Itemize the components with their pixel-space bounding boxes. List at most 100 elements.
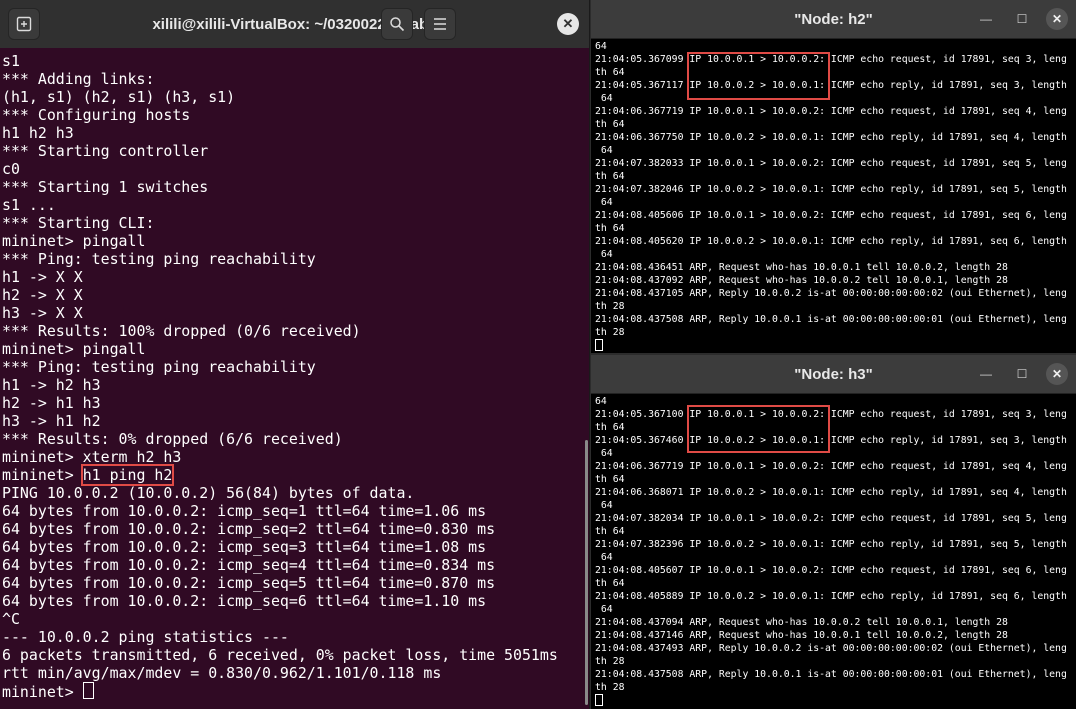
xterm-line: th 28: [595, 327, 625, 338]
xterm-line: 21:04:07.382046 IP 10.0.0.2 > 10.0.0.1: …: [595, 184, 1067, 195]
xterm-line: [595, 339, 1076, 352]
xterm-window-h3: "Node: h3" — ☐ ✕ 64 21:04:05.367100 IP 10…: [591, 355, 1076, 709]
search-icon[interactable]: [381, 8, 413, 40]
xterm-line: 21:04:06.368071 IP 10.0.0.2 > 10.0.0.1: …: [595, 487, 1067, 498]
xterm-line: 64: [595, 93, 613, 104]
terminal-line: mininet> pingall: [2, 232, 589, 250]
xterm-line: 21:04:08.437094 ARP, Request who-has 10.…: [595, 617, 1008, 628]
main-terminal-window: xilili@xilili-VirtualBox: ~/032002232/la…: [0, 0, 590, 709]
terminal-titlebar[interactable]: xilili@xilili-VirtualBox: ~/032002232/la…: [0, 0, 589, 48]
xterm-line: 21:04:07.382033 IP 10.0.0.1 > 10.0.0.2: …: [595, 158, 1067, 169]
terminal-line-text: h3 -> h1 h2: [2, 412, 101, 430]
terminal-line: (h1, s1) (h2, s1) (h3, s1): [2, 88, 589, 106]
terminal-line: h1 -> h2 h3: [2, 376, 589, 394]
xterm-line: th 64: [595, 67, 625, 78]
terminal-line-text: 64 bytes from 10.0.0.2: icmp_seq=6 ttl=6…: [2, 592, 487, 610]
terminal-line-text: s1: [2, 52, 20, 70]
hamburger-menu-icon[interactable]: [424, 8, 456, 40]
terminal-line-text: h2 -> X X: [2, 286, 83, 304]
terminal-line: mininet> xterm h2 h3: [2, 448, 589, 466]
terminal-line: h1 h2 h3: [2, 124, 589, 142]
terminal-line: h1 -> X X: [2, 268, 589, 286]
xterm-titlebar-h2[interactable]: "Node: h2" — ☐ ✕: [591, 0, 1076, 39]
terminal-line: PING 10.0.0.2 (10.0.0.2) 56(84) bytes of…: [2, 484, 589, 502]
terminal-line: 64 bytes from 10.0.0.2: icmp_seq=5 ttl=6…: [2, 574, 589, 592]
terminal-line: mininet> pingall: [2, 340, 589, 358]
terminal-line: *** Starting controller: [2, 142, 589, 160]
xterm-line: 21:04:08.437508 ARP, Reply 10.0.0.1 is-a…: [595, 314, 1067, 325]
xterm-line: 21:04:08.437493 ARP, Reply 10.0.0.2 is-a…: [595, 643, 1067, 654]
terminal-line-text: PING 10.0.0.2 (10.0.0.2) 56(84) bytes of…: [2, 484, 415, 502]
xterm-line: 21:04:08.437105 ARP, Reply 10.0.0.2 is-a…: [595, 288, 1067, 299]
xterm-line: 21:04:08.405620 IP 10.0.0.2 > 10.0.0.1: …: [595, 236, 1067, 247]
terminal-line-text: mininet> pingall: [2, 232, 146, 250]
xterm-line: th 64: [595, 171, 625, 182]
xterm-line: 21:04:05.367117 IP 10.0.0.2 > 10.0.0.1: …: [595, 80, 1067, 91]
close-icon[interactable]: ✕: [1046, 8, 1068, 30]
terminal-line: ^C: [2, 610, 589, 628]
terminal-line: *** Results: 100% dropped (0/6 received): [2, 322, 589, 340]
window-title: xilili@xilili-VirtualBox: ~/032002232/la…: [152, 16, 437, 33]
terminal-line-text: 64 bytes from 10.0.0.2: icmp_seq=3 ttl=6…: [2, 538, 487, 556]
minimize-icon[interactable]: —: [975, 363, 997, 385]
xterm-line: 21:04:08.437508 ARP, Reply 10.0.0.1 is-a…: [595, 669, 1067, 680]
xterm-line: 21:04:08.436451 ARP, Request who-has 10.…: [595, 262, 1008, 273]
terminal-line: --- 10.0.0.2 ping statistics ---: [2, 628, 589, 646]
terminal-cursor: [82, 682, 94, 699]
terminal-line: *** Configuring hosts: [2, 106, 589, 124]
terminal-line: *** Starting 1 switches: [2, 178, 589, 196]
terminal-line-text: rtt min/avg/max/mdev = 0.830/0.962/1.101…: [2, 664, 442, 682]
close-icon[interactable]: ✕: [1046, 363, 1068, 385]
xterm-title-h2: "Node: h2": [794, 11, 873, 28]
xterm-output-h2[interactable]: 64 21:04:05.367099 IP 10.0.0.1 > 10.0.0.2…: [591, 40, 1076, 353]
terminal-line: 64 bytes from 10.0.0.2: icmp_seq=2 ttl=6…: [2, 520, 589, 538]
terminal-line: *** Ping: testing ping reachability: [2, 250, 589, 268]
terminal-line: *** Starting CLI:: [2, 214, 589, 232]
terminal-line-text: *** Configuring hosts: [2, 106, 191, 124]
xterm-line: th 28: [595, 656, 625, 667]
terminal-line: 64 bytes from 10.0.0.2: icmp_seq=3 ttl=6…: [2, 538, 589, 556]
terminal-line-text: 64 bytes from 10.0.0.2: icmp_seq=5 ttl=6…: [2, 574, 496, 592]
xterm-line: th 64: [595, 526, 625, 537]
xterm-line: 64: [595, 396, 607, 407]
xterm-line: [595, 694, 1076, 707]
terminal-line-text: *** Results: 100% dropped (0/6 received): [2, 322, 361, 340]
xterm-line: 64: [595, 448, 613, 459]
xterm-line: th 64: [595, 223, 625, 234]
xterm-line: 21:04:08.437092 ARP, Request who-has 10.…: [595, 275, 1008, 286]
xterm-line: 21:04:08.405606 IP 10.0.0.1 > 10.0.0.2: …: [595, 210, 1067, 221]
xterm-titlebar-h3[interactable]: "Node: h3" — ☐ ✕: [591, 355, 1076, 394]
close-icon[interactable]: ✕: [557, 13, 579, 35]
minimize-icon[interactable]: —: [975, 8, 997, 30]
terminal-line: c0: [2, 160, 589, 178]
xterm-line: 21:04:07.382034 IP 10.0.0.1 > 10.0.0.2: …: [595, 513, 1067, 524]
maximize-icon[interactable]: ☐: [1011, 363, 1033, 385]
xterm-line: 64: [595, 249, 613, 260]
xterm-line: 21:04:06.367719 IP 10.0.0.1 > 10.0.0.2: …: [595, 461, 1067, 472]
xterm-line: th 64: [595, 119, 625, 130]
terminal-line: 64 bytes from 10.0.0.2: icmp_seq=4 ttl=6…: [2, 556, 589, 574]
terminal-line: s1 ...: [2, 196, 589, 214]
terminal-line-text: mininet> pingall: [2, 340, 146, 358]
terminal-line-text: *** Ping: testing ping reachability: [2, 358, 316, 376]
terminal-line: 64 bytes from 10.0.0.2: icmp_seq=6 ttl=6…: [2, 592, 589, 610]
xterm-line: 21:04:07.382396 IP 10.0.0.2 > 10.0.0.1: …: [595, 539, 1067, 550]
xterm-line: 21:04:08.405889 IP 10.0.0.2 > 10.0.0.1: …: [595, 591, 1067, 602]
terminal-line-text: --- 10.0.0.2 ping statistics ---: [2, 628, 289, 646]
xterm-line: 64: [595, 145, 613, 156]
terminal-output[interactable]: s1 *** Adding links: (h1, s1) (h2, s1) (h3…: [0, 52, 589, 709]
terminal-line-text: *** Starting 1 switches: [2, 178, 209, 196]
xterm-output-h3[interactable]: 64 21:04:05.367100 IP 10.0.0.1 > 10.0.0.2…: [591, 395, 1076, 709]
terminal-line-text: 64 bytes from 10.0.0.2: icmp_seq=2 ttl=6…: [2, 520, 496, 538]
terminal-line: 64 bytes from 10.0.0.2: icmp_seq=1 ttl=6…: [2, 502, 589, 520]
xterm-line: th 64: [595, 422, 625, 433]
new-tab-icon[interactable]: [8, 8, 40, 40]
terminal-line-text: h1 -> X X: [2, 268, 83, 286]
xterm-line: 64: [595, 197, 613, 208]
terminal-line: h3 -> X X: [2, 304, 589, 322]
maximize-icon[interactable]: ☐: [1011, 8, 1033, 30]
xterm-line: 64: [595, 500, 613, 511]
terminal-line: h2 -> X X: [2, 286, 589, 304]
xterm-cursor: [595, 339, 603, 351]
terminal-scrollbar[interactable]: [585, 440, 588, 705]
